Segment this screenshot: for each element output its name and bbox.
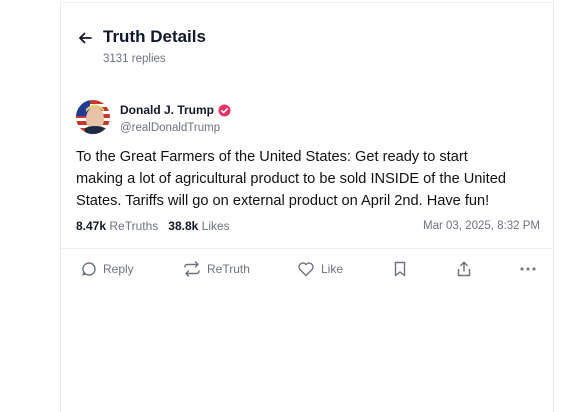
retruths-stat[interactable]: 8.47k ReTruths	[76, 219, 158, 233]
avatar-image	[76, 100, 110, 134]
retruths-count: 8.47k	[76, 219, 107, 233]
reply-label: Reply	[103, 262, 134, 276]
avatar[interactable]	[76, 100, 110, 134]
action-bar: Reply ReTruth Like	[61, 261, 553, 281]
page-title: Truth Details	[103, 27, 206, 46]
author-name[interactable]: Donald J. Trump	[120, 103, 214, 117]
verified-badge-icon	[218, 103, 231, 117]
post-text-line: making a lot of agricultural product to …	[76, 171, 506, 187]
likes-label: Likes	[201, 219, 230, 233]
truth-details-panel: Truth Details 3131 replies Donald J. Tru…	[60, 2, 554, 412]
author-row: Donald J. Trump	[120, 103, 231, 117]
retruth-icon	[184, 261, 200, 277]
bookmark-button[interactable]	[393, 261, 407, 277]
retruths-label: ReTruths	[109, 219, 159, 233]
like-label: Like	[321, 262, 344, 276]
retruth-button[interactable]: ReTruth	[183, 261, 250, 277]
divider	[61, 248, 553, 249]
back-arrow-icon[interactable]	[77, 30, 93, 46]
bookmark-icon	[394, 261, 406, 277]
author-handle[interactable]: @realDonaldTrump	[120, 122, 220, 134]
retruth-label: ReTruth	[207, 262, 250, 276]
reply-button[interactable]: Reply	[81, 261, 134, 277]
post-text-line: States. Tariffs will go on external prod…	[76, 193, 490, 209]
likes-stat[interactable]: 38.8k Likes	[168, 219, 229, 233]
post-timestamp[interactable]: Mar 03, 2025, 8:32 PM	[423, 220, 540, 232]
likes-count: 38.8k	[168, 219, 199, 233]
like-button[interactable]: Like	[297, 261, 343, 277]
share-button[interactable]	[456, 261, 472, 277]
post-text-line: To the Great Farmers of the United State…	[76, 149, 468, 165]
reply-icon	[82, 262, 96, 276]
more-button[interactable]	[519, 261, 537, 277]
post-stats: 8.47k ReTruths 38.8k Likes	[76, 219, 230, 233]
replies-count: 3131 replies	[103, 53, 166, 65]
post-body: To the Great Farmers of the United State…	[76, 146, 551, 212]
more-icon	[520, 267, 536, 271]
heart-icon	[298, 262, 314, 277]
share-icon	[457, 261, 471, 277]
